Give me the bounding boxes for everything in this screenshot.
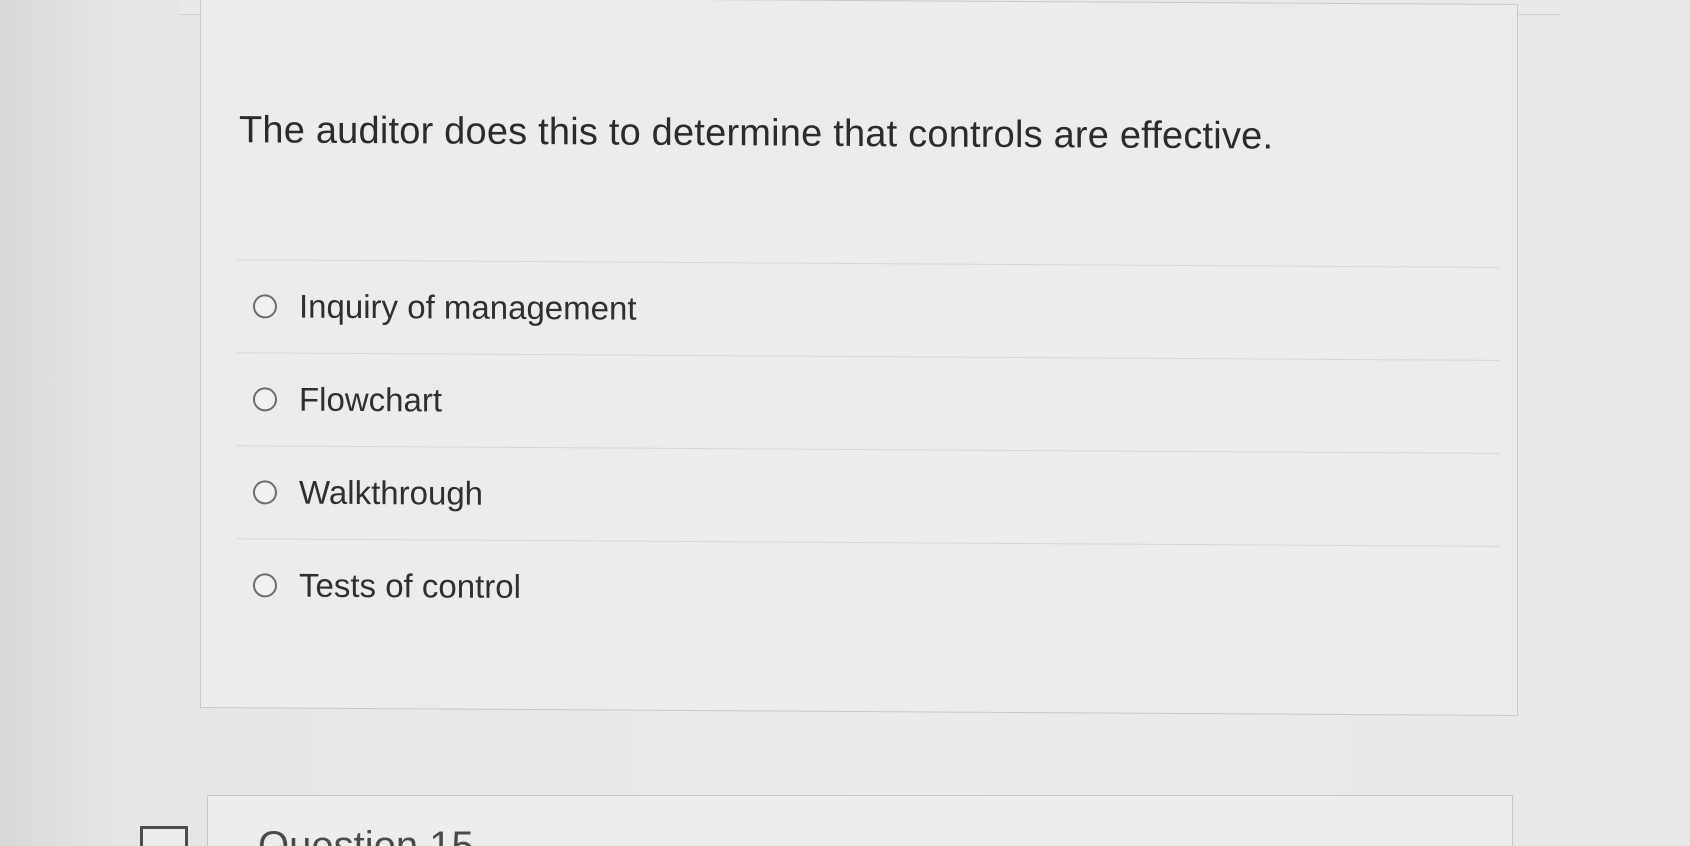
answer-option-tests-of-control[interactable]: Tests of control	[237, 539, 1499, 639]
next-question-title: Question 15	[258, 824, 474, 846]
answer-label: Inquiry of management	[299, 287, 637, 327]
flag-icon[interactable]	[140, 826, 188, 846]
question-text: The auditor does this to determine that …	[239, 109, 1274, 158]
answer-list: Inquiry of management Flowchart Walkthro…	[237, 259, 1499, 639]
answer-option-walkthrough[interactable]: Walkthrough	[237, 446, 1499, 546]
radio-button-icon[interactable]	[253, 573, 277, 598]
radio-button-icon[interactable]	[253, 480, 277, 505]
question-card: The auditor does this to determine that …	[200, 0, 1518, 717]
radio-button-icon[interactable]	[253, 387, 277, 412]
answer-option-flowchart[interactable]: Flowchart	[237, 353, 1499, 453]
answer-label: Flowchart	[299, 380, 443, 419]
quiz-page: The auditor does this to determine that …	[0, 0, 1690, 846]
next-question-card: Question 15	[207, 795, 1513, 846]
answer-label: Walkthrough	[299, 473, 484, 512]
answer-option-inquiry-of-management[interactable]: Inquiry of management	[237, 260, 1499, 360]
answer-label: Tests of control	[299, 566, 521, 605]
radio-button-icon[interactable]	[253, 294, 277, 319]
